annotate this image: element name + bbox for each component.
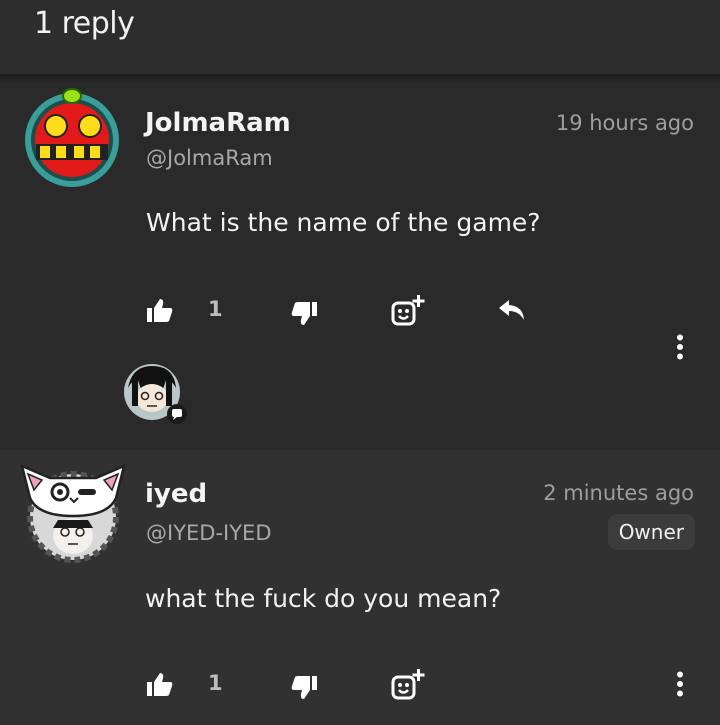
replies-header: 1 reply [0, 0, 720, 74]
comment-jolmaram: JolmaRam @JolmaRam 19 hours ago What is … [0, 84, 720, 450]
comment-text: What is the name of the game? [146, 208, 541, 237]
comment-author[interactable]: iyed [145, 479, 207, 509]
thumbs-down-icon[interactable] [290, 300, 318, 326]
comment-handle[interactable]: @JolmaRam [146, 146, 273, 170]
avatar-jolmaram[interactable] [20, 84, 124, 190]
comment-author[interactable]: JolmaRam [145, 108, 291, 138]
reply-arrow-icon[interactable] [497, 298, 527, 322]
avatar-iyed[interactable] [16, 460, 126, 564]
thumbs-down-icon[interactable] [290, 674, 318, 700]
creator-reply-avatar [124, 364, 187, 424]
comment-timestamp: 19 hours ago [555, 111, 694, 135]
more-vertical-icon[interactable] [676, 334, 684, 360]
like-count: 1 [208, 297, 223, 321]
like-count: 1 [208, 671, 223, 695]
comment-timestamp: 2 minutes ago [543, 481, 694, 505]
more-vertical-icon[interactable] [676, 671, 684, 697]
thumbs-up-icon[interactable] [146, 672, 174, 698]
header-shadow [0, 74, 720, 84]
comment-handle[interactable]: @IYED-IYED [146, 521, 272, 545]
add-emoji-icon[interactable] [390, 668, 426, 702]
add-emoji-icon[interactable] [390, 294, 426, 328]
comment-iyed: iyed @IYED-IYED 2 minutes ago Owner what… [0, 450, 720, 725]
reply-count: 1 reply [34, 6, 135, 41]
thumbs-up-icon[interactable] [146, 298, 174, 324]
comment-text: what the fuck do you mean? [145, 584, 502, 613]
owner-badge: Owner [607, 514, 695, 550]
